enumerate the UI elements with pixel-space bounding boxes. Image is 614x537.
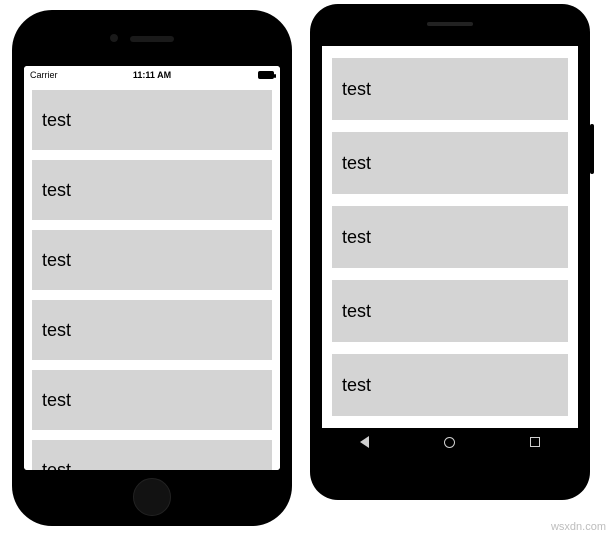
ios-status-bar: Carrier 11:11 AM [24,66,280,84]
status-time: 11:11 AM [24,70,280,80]
list-item[interactable]: test [332,132,568,194]
battery-icon [258,71,274,79]
list-item-label: test [342,153,371,174]
android-navigation-bar [322,428,578,456]
list-item-label: test [42,110,71,131]
iphone-home-button[interactable] [133,478,171,516]
iphone-earpiece [130,36,174,42]
list-item-label: test [342,301,371,322]
nav-back-icon[interactable] [360,436,369,448]
ios-list[interactable]: test test test test test test [24,84,280,470]
list-item[interactable]: test [332,280,568,342]
iphone-screen: Carrier 11:11 AM test test test test tes… [24,66,280,470]
list-item-label: test [342,227,371,248]
list-item[interactable]: test [332,206,568,268]
list-item-label: test [42,250,71,271]
android-list[interactable]: test test test test test [322,46,578,428]
nav-recent-icon[interactable] [530,437,540,447]
list-item[interactable]: test [32,160,272,220]
iphone-camera [110,34,118,42]
list-item-label: test [42,460,71,471]
list-item[interactable]: test [32,230,272,290]
android-screen: test test test test test [322,46,578,456]
list-item[interactable]: test [32,370,272,430]
nav-home-icon[interactable] [444,437,455,448]
list-item-label: test [342,375,371,396]
android-speaker [427,22,473,26]
android-device-frame: test test test test test [310,4,590,500]
list-item-label: test [42,320,71,341]
list-item-label: test [342,79,371,100]
iphone-device-frame: Carrier 11:11 AM test test test test tes… [12,10,292,526]
list-item-label: test [42,180,71,201]
android-power-button[interactable] [590,124,594,174]
list-item-label: test [42,390,71,411]
list-item[interactable]: test [332,58,568,120]
list-item[interactable]: test [32,440,272,470]
list-item[interactable]: test [32,90,272,150]
list-item[interactable]: test [32,300,272,360]
watermark: wsxdn.com [551,521,606,533]
list-item[interactable]: test [332,354,568,416]
